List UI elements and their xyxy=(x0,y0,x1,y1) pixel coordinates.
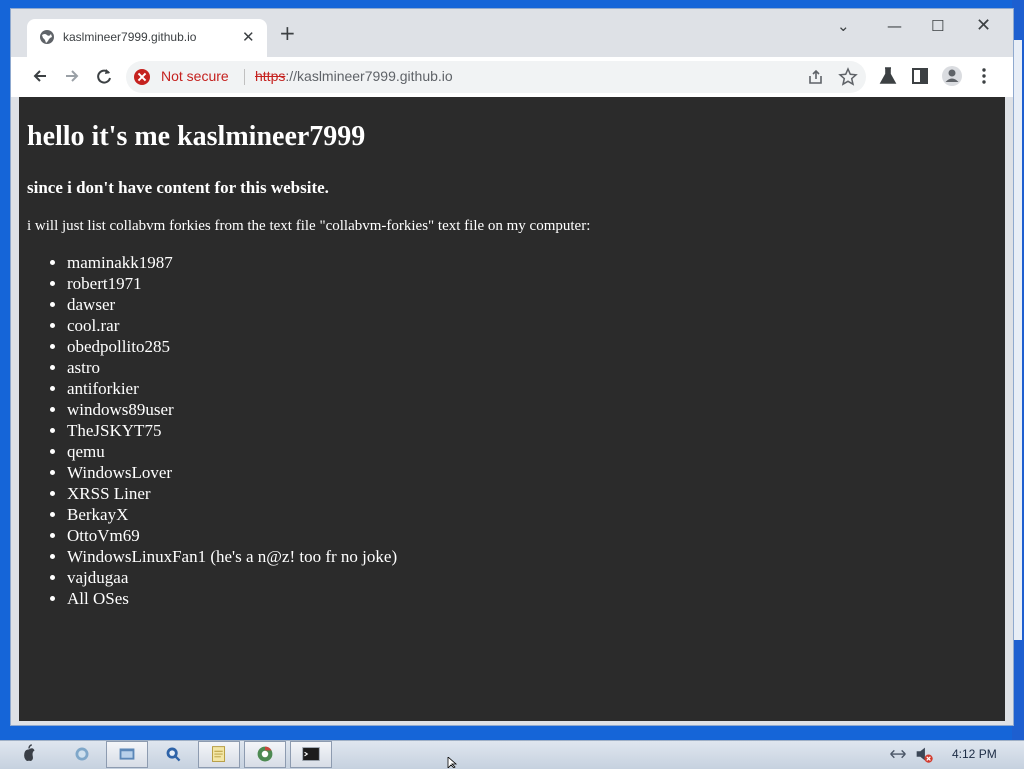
list-item: TheJSKYT75 xyxy=(67,420,397,441)
intro-text: i will just list collabvm forkies from t… xyxy=(27,218,591,234)
page-heading: hello it's me kaslmineer7999 xyxy=(27,121,366,152)
list-item: robert1971 xyxy=(67,273,397,294)
labs-flask-icon[interactable] xyxy=(877,65,899,87)
close-tab-icon[interactable]: ✕ xyxy=(242,28,255,46)
minimize-button[interactable]: — xyxy=(887,17,902,35)
list-item: qemu xyxy=(67,441,397,462)
tab-title: kaslmineer7999.github.io xyxy=(63,30,197,44)
background-window-edge xyxy=(1014,40,1022,640)
close-window-button[interactable]: ✕ xyxy=(976,17,991,35)
omnibox-divider xyxy=(244,69,245,85)
list-item: WindowsLover xyxy=(67,462,397,483)
list-item: cool.rar xyxy=(67,315,397,336)
taskbar: 4:12 PM xyxy=(0,740,1024,769)
list-item: BerkayX xyxy=(67,504,397,525)
url-text[interactable]: https://kaslmineer7999.github.io xyxy=(255,68,453,84)
list-item: windows89user xyxy=(67,399,397,420)
explorer-taskbar-icon[interactable] xyxy=(106,741,148,768)
list-item: antiforkier xyxy=(67,378,397,399)
url-scheme: https xyxy=(255,68,286,84)
chrome-taskbar-icon[interactable] xyxy=(244,741,286,768)
more-menu-icon[interactable] xyxy=(973,65,995,87)
not-secure-label[interactable]: Not secure xyxy=(161,68,229,84)
notepad-taskbar-icon[interactable] xyxy=(198,741,240,768)
forward-arrow-icon[interactable] xyxy=(61,65,83,87)
forkies-list: maminakk1987 robert1971 dawser cool.rar … xyxy=(67,252,397,609)
list-item: vajdugaa xyxy=(67,567,397,588)
page-subheading: since i don't have content for this webs… xyxy=(27,178,329,197)
tab-search-chevron-icon[interactable]: ⌄ xyxy=(837,17,850,35)
list-item: maminakk1987 xyxy=(67,252,397,273)
mouse-cursor-icon xyxy=(447,757,458,768)
cmd-taskbar-icon[interactable] xyxy=(290,741,332,768)
list-item: All OSes xyxy=(67,588,397,609)
list-item: OttoVm69 xyxy=(67,525,397,546)
back-arrow-icon[interactable] xyxy=(29,65,51,87)
tab-strip: kaslmineer7999.github.io ✕ + ⌄ — ☐ ✕ xyxy=(11,9,1013,57)
clock[interactable]: 4:12 PM xyxy=(952,747,997,761)
list-item: astro xyxy=(67,357,397,378)
list-item: XRSS Liner xyxy=(67,483,397,504)
bookmark-star-icon[interactable] xyxy=(838,67,858,87)
page-content: hello it's me kaslmineer7999 since i don… xyxy=(19,97,1005,721)
browser-globe-taskbar-icon[interactable] xyxy=(66,741,98,768)
list-item: dawser xyxy=(67,294,397,315)
volume-muted-icon[interactable] xyxy=(912,741,936,768)
list-item: WindowsLinuxFan1 (he's a n@z! too fr no … xyxy=(67,546,397,567)
apple-menu-icon[interactable] xyxy=(16,741,42,768)
browser-window: kaslmineer7999.github.io ✕ + ⌄ — ☐ ✕ Not… xyxy=(10,8,1014,726)
toolbar: Not secure https://kaslmineer7999.github… xyxy=(11,57,1013,97)
share-icon[interactable] xyxy=(806,67,826,87)
reload-icon[interactable] xyxy=(93,65,115,87)
globe-icon xyxy=(40,30,54,44)
not-secure-icon[interactable] xyxy=(134,69,150,85)
url-host: ://kaslmineer7999.github.io xyxy=(285,68,453,84)
new-tab-button[interactable]: + xyxy=(279,23,296,43)
browser-tab[interactable]: kaslmineer7999.github.io ✕ xyxy=(27,19,267,57)
profile-avatar-icon[interactable] xyxy=(941,65,963,87)
address-bar[interactable]: Not secure https://kaslmineer7999.github… xyxy=(126,61,866,93)
maximize-button[interactable]: ☐ xyxy=(931,17,944,35)
side-panel-icon[interactable] xyxy=(909,65,931,87)
list-item: obedpollito285 xyxy=(67,336,397,357)
search-taskbar-icon[interactable] xyxy=(156,741,192,768)
network-icon[interactable] xyxy=(886,741,910,768)
